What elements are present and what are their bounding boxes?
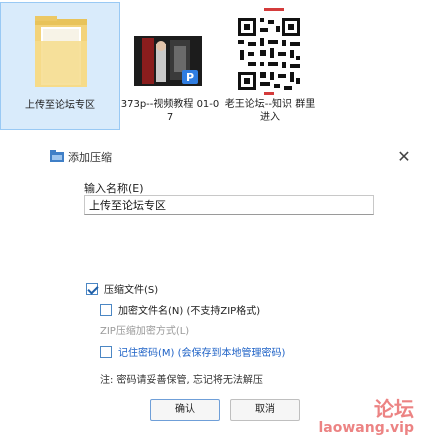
option-remember-password[interactable]: 记住密码(M) (会保存到本地管理密码) — [100, 344, 285, 359]
file-explorer-pane: 上传至论坛专区 P 373p--视频教程 01-07 老王论坛--知识 群里进入 — [0, 0, 422, 140]
close-icon: ✕ — [397, 147, 411, 166]
option-zip-method: ZIP压缩加密方式(L) — [100, 322, 189, 337]
compress-checkbox[interactable] — [86, 282, 98, 295]
remember-password-label: 记住密码(M) (会保存到本地管理密码) — [118, 348, 286, 359]
option-encrypt-filenames[interactable]: 加密文件名(N) (不支持ZIP格式) — [100, 302, 260, 317]
video-preview-image — [134, 26, 202, 96]
password-note: 注: 密码请妥善保管, 忘记将无法解压 — [100, 375, 263, 386]
cancel-button[interactable]: 取消 — [230, 399, 300, 421]
qr-code-thumbnail — [234, 6, 304, 96]
archive-name-input[interactable] — [84, 195, 374, 215]
dialog-title: 添加压缩 — [68, 151, 112, 164]
file-tile-video[interactable]: P 373p--视频教程 01-07 — [120, 2, 220, 130]
video-thumbnail: P — [134, 26, 202, 96]
file-tile-image[interactable]: 老王论坛--知识 群里进入 — [220, 2, 320, 130]
close-button[interactable]: ✕ — [392, 146, 416, 168]
folder-icon — [35, 16, 87, 87]
file-name-folder: 上传至论坛专区 — [25, 100, 95, 111]
dialog-titlebar: 添加压缩 ✕ — [42, 140, 422, 172]
file-name-video: 373p--视频教程 01-07 — [120, 99, 220, 123]
option-compress[interactable]: 压缩文件(S) — [86, 281, 158, 296]
compress-label: 压缩文件(S) — [104, 285, 159, 296]
archive-name-label: 输入名称(E) — [84, 182, 144, 195]
archive-app-icon — [50, 150, 64, 162]
remember-password-checkbox[interactable] — [100, 345, 112, 358]
confirm-button[interactable]: 确认 — [150, 399, 220, 421]
encrypt-filenames-checkbox[interactable] — [100, 303, 112, 316]
file-tile-folder[interactable]: 上传至论坛专区 — [0, 2, 120, 130]
file-name-image: 老王论坛--知识 群里进入 — [224, 99, 316, 123]
encrypt-filenames-label: 加密文件名(N) (不支持ZIP格式) — [118, 306, 261, 317]
zip-method-label: ZIP压缩加密方式(L) — [100, 326, 190, 337]
video-badge-label: P — [186, 71, 195, 84]
add-archive-dialog: 添加压缩 ✕ 输入名称(E) 压缩文件(S) 加密文件名(N) (不支持ZIP格… — [42, 140, 422, 443]
